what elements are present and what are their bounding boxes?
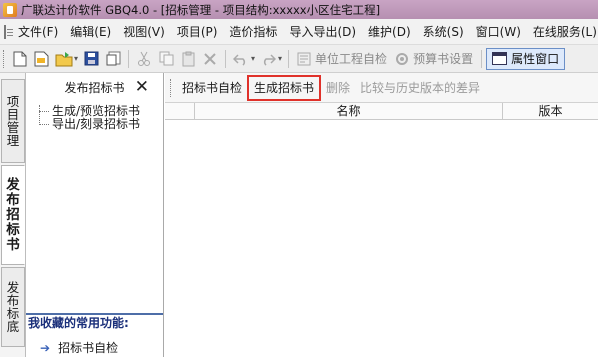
main-toolbar: ▾ ▾ ▾ 单位工程自检 预算书设置 属性窗口	[0, 45, 598, 73]
cut-icon[interactable]	[135, 50, 153, 68]
close-icon[interactable]: ✕	[135, 77, 149, 97]
favorite-item-label: 招标书自检	[58, 341, 119, 355]
tab-project-management[interactable]: 项 目 管 理	[1, 79, 25, 163]
generate-tender-button[interactable]: 生成招标书	[247, 74, 322, 101]
function-tree: 生成/预览招标书 导出/刻录招标书	[34, 105, 140, 131]
column-header-name[interactable]: 名称	[195, 103, 503, 119]
redo-icon[interactable]	[259, 50, 277, 68]
properties-window-label: 属性窗口	[511, 52, 560, 66]
favorite-item-self-check[interactable]: ➔ 招标书自检	[40, 339, 118, 356]
toolbar-grip[interactable]	[3, 49, 6, 68]
main-content: 招标书自检 生成招标书 删除 比较与历史版本的差异 名称 版本	[165, 73, 598, 357]
document-icon[interactable]	[4, 24, 13, 39]
delete-button[interactable]: 删除	[321, 79, 355, 96]
window-title: 广联达计价软件 GBQ4.0 - [招标管理 - 项目结构:xxxxx小区住宅工…	[21, 2, 381, 17]
menu-cost-index[interactable]: 造价指标	[223, 23, 283, 40]
toolbar-separator	[481, 49, 483, 68]
toolbar-separator	[128, 49, 130, 68]
new-file-icon[interactable]	[11, 50, 29, 68]
chevron-down-icon[interactable]: ▾	[74, 54, 78, 63]
toolbar-separator	[225, 49, 227, 68]
chevron-down-icon[interactable]: ▾	[278, 54, 282, 63]
tender-action-toolbar: 招标书自检 生成招标书 删除 比较与历史版本的差异	[165, 73, 598, 103]
budget-settings-button[interactable]: 预算书设置	[391, 48, 477, 70]
tab-publish-base-price[interactable]: 发 布 标 底	[1, 267, 25, 347]
delete-icon[interactable]	[201, 50, 219, 68]
favorites-header: 我收藏的常用功能:	[26, 313, 163, 331]
title-bar: 广联达计价软件 GBQ4.0 - [招标管理 - 项目结构:xxxxx小区住宅工…	[0, 0, 598, 19]
menu-system[interactable]: 系统(S)	[417, 23, 470, 40]
column-header-version[interactable]: 版本	[503, 103, 598, 119]
left-panel-header: 发布招标书 ✕	[26, 73, 163, 101]
tree-item-export-burn[interactable]: 导出/刻录招标书	[34, 118, 140, 131]
menu-maintain[interactable]: 维护(D)	[362, 23, 417, 40]
tender-table-header: 名称 版本	[165, 103, 598, 120]
menu-bar: 文件(F) 编辑(E) 视图(V) 项目(P) 造价指标 导入导出(D) 维护(…	[0, 19, 598, 45]
properties-window-button[interactable]: 属性窗口	[486, 47, 566, 70]
unit-project-check-label: 单位工程自检	[315, 52, 388, 66]
menu-window[interactable]: 窗口(W)	[470, 23, 527, 40]
menu-online-service[interactable]: 在线服务(L)	[527, 23, 598, 40]
copy-icon[interactable]	[157, 50, 175, 68]
unit-project-check-button[interactable]: 单位工程自检	[293, 48, 391, 70]
open-folder-icon[interactable]	[55, 50, 73, 68]
save-icon[interactable]	[82, 50, 100, 68]
tender-self-check-button[interactable]: 招标书自检	[177, 79, 247, 96]
menu-view[interactable]: 视图(V)	[117, 23, 171, 40]
menu-project[interactable]: 项目(P)	[171, 23, 224, 40]
window-icon	[492, 52, 508, 65]
left-panel: 发布招标书 ✕ 生成/预览招标书 导出/刻录招标书 我收藏的常用功能: ➔ 招标…	[26, 73, 164, 357]
toolbar-grip[interactable]	[170, 78, 173, 97]
budget-settings-label: 预算书设置	[413, 52, 474, 66]
chevron-down-icon[interactable]: ▾	[251, 54, 255, 63]
menu-import-export[interactable]: 导入导出(D)	[283, 23, 362, 40]
paste-icon[interactable]	[179, 50, 197, 68]
menu-edit[interactable]: 编辑(E)	[64, 23, 117, 40]
arrow-right-icon: ➔	[40, 340, 51, 355]
vertical-tab-strip: 项 目 管 理 发 布 招 标 书 发 布 标 底	[0, 73, 26, 357]
undo-icon[interactable]	[232, 50, 250, 68]
new-template-icon[interactable]	[33, 50, 51, 68]
left-panel-title: 发布招标书	[64, 80, 125, 95]
tab-publish-tender[interactable]: 发 布 招 标 书	[1, 165, 25, 265]
save-as-icon[interactable]	[104, 50, 122, 68]
row-header-column	[165, 103, 195, 119]
app-icon	[3, 2, 17, 17]
menu-file[interactable]: 文件(F)	[12, 23, 64, 40]
favorites-title: 我收藏的常用功能:	[28, 316, 129, 330]
compare-history-button[interactable]: 比较与历史版本的差异	[355, 79, 485, 96]
toolbar-separator	[288, 49, 290, 68]
